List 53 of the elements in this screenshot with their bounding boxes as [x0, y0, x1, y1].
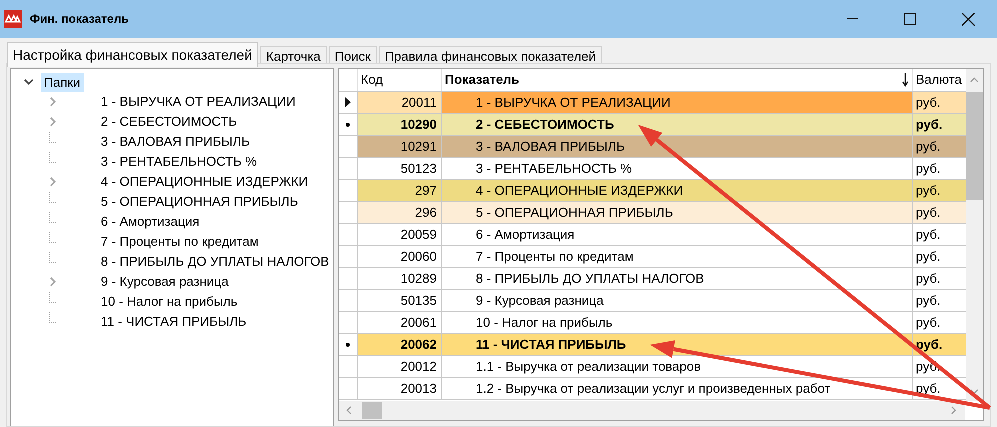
scroll-up-icon[interactable]: [970, 77, 979, 83]
table-cell: 20011: [358, 92, 442, 113]
column-header[interactable]: Код: [361, 70, 384, 90]
tree-item[interactable]: 9 - Курсовая разница: [101, 272, 229, 292]
vertical-scrollbar[interactable]: [966, 69, 983, 401]
column-header[interactable]: Показатель: [445, 70, 520, 90]
close-icon[interactable]: [962, 12, 974, 26]
table-cell: руб.: [913, 114, 966, 135]
tree-item[interactable]: 4 - ОПЕРАЦИОННЫЕ ИЗДЕРЖКИ: [101, 172, 308, 192]
table-cell: руб.: [913, 136, 966, 157]
collapsed-chevron-icon[interactable]: [50, 177, 56, 187]
tree-item[interactable]: Папки: [41, 72, 84, 92]
tree-item[interactable]: 1 - ВЫРУЧКА ОТ РЕАЛИЗАЦИИ: [101, 92, 296, 112]
collapsed-chevron-icon[interactable]: [50, 117, 56, 127]
scroll-right-icon[interactable]: [951, 406, 957, 415]
table-cell: 10290: [358, 114, 442, 135]
table-cell: 11 - ЧИСТАЯ ПРИБЫЛЬ: [442, 334, 913, 355]
app-logo-icon: [4, 10, 22, 28]
scrollbar-thumb[interactable]: [966, 92, 983, 200]
column-header[interactable]: Валюта: [916, 70, 962, 90]
maximize-icon[interactable]: [904, 13, 916, 25]
tree-item[interactable]: 5 - ОПЕРАЦИОННАЯ ПРИБЫЛЬ: [101, 192, 298, 212]
table-cell: руб.: [913, 180, 966, 201]
tree-item[interactable]: 10 - Налог на прибыль: [101, 292, 238, 312]
table-cell: 4 - ОПЕРАЦИОННЫЕ ИЗДЕРЖКИ: [442, 180, 913, 201]
table-cell: 1 - ВЫРУЧКА ОТ РЕАЛИЗАЦИИ: [442, 92, 913, 113]
collapsed-chevron-icon[interactable]: [50, 97, 56, 107]
scroll-down-icon[interactable]: [970, 389, 979, 395]
expanded-chevron-icon[interactable]: [24, 77, 34, 87]
tree-item[interactable]: 6 - Амортизация: [101, 212, 200, 232]
table-cell: 3 - ВАЛОВАЯ ПРИБЫЛЬ: [442, 136, 913, 157]
table-cell: 296: [358, 202, 442, 223]
tree-item[interactable]: 3 - ВАЛОВАЯ ПРИБЫЛЬ: [101, 132, 250, 152]
horizontal-scrollbar[interactable]: [339, 401, 965, 420]
table-cell: 5 - ОПЕРАЦИОННАЯ ПРИБЫЛЬ: [442, 202, 913, 223]
minimize-icon[interactable]: [846, 18, 858, 20]
table-cell: 297: [358, 180, 442, 201]
window-title: Фин. показатель: [30, 11, 129, 28]
tree-item[interactable]: 2 - СЕБЕСТОИМОСТЬ: [101, 112, 238, 132]
tree-item[interactable]: 8 - ПРИБЫЛЬ ДО УПЛАТЫ НАЛОГОВ: [101, 252, 330, 272]
table-cell: руб.: [913, 92, 966, 113]
table-cell: руб.: [913, 202, 966, 223]
table-cell: 20062: [358, 334, 442, 355]
sort-arrow-icon: [902, 73, 909, 87]
tree-item[interactable]: 7 - Проценты по кредитам: [101, 232, 259, 252]
scrollbar-thumb[interactable]: [362, 402, 382, 419]
tab[interactable]: Настройка финансовых показателей: [7, 42, 258, 67]
collapsed-chevron-icon[interactable]: [50, 277, 56, 287]
tree-item[interactable]: 3 - РЕНТАБЕЛЬНОСТЬ %: [101, 152, 258, 172]
tree-item[interactable]: 11 - ЧИСТАЯ ПРИБЫЛЬ: [101, 312, 247, 332]
table-cell: 10291: [358, 136, 442, 157]
scroll-left-icon[interactable]: [346, 406, 352, 415]
table-cell: 2 - СЕБЕСТОИМОСТЬ: [442, 114, 913, 135]
